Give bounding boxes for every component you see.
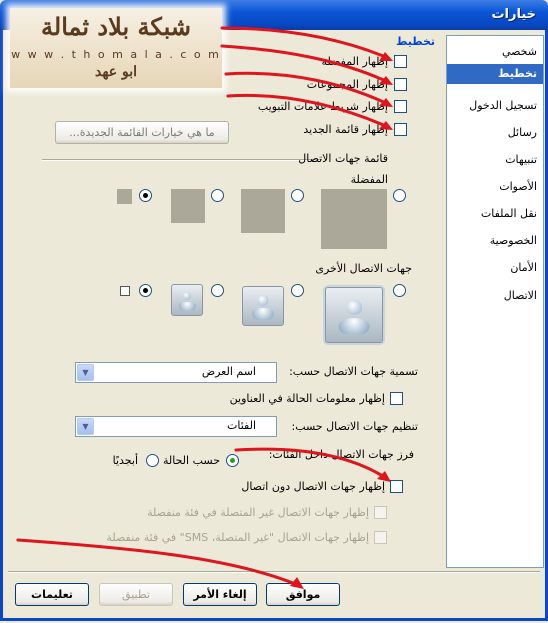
show-groups-checkbox[interactable] <box>394 78 407 91</box>
organize-label: تنظيم جهات الاتصال حسب: <box>291 420 418 433</box>
contacts-size-large-radio[interactable] <box>393 284 406 297</box>
favorites-size-small-radio[interactable] <box>211 189 224 202</box>
sort-label: فرز جهات الاتصال داخل الفئات: <box>268 448 414 461</box>
show-status-label: إظهار معلومات الحالة في العناوين <box>229 392 385 405</box>
show-tabs-checkbox[interactable] <box>394 100 407 113</box>
ok-button[interactable]: موافق <box>266 583 340 606</box>
favorites-size-large-radio[interactable] <box>393 189 406 202</box>
sort-alpha-label: أبجديًا <box>112 454 138 467</box>
watermark-logo: شبكة بلاد ثمالة w w w . t h o m a l a . … <box>10 8 222 88</box>
naming-label: تسمية جهات الاتصال حسب: <box>289 365 418 378</box>
options-nav: شخصي تخطيط تسجيل الدخول رسائل تنبيهات ال… <box>446 35 544 568</box>
contacts-size-large-avatar-icon <box>325 287 383 343</box>
contact-list-heading: قائمة جهات الاتصال <box>298 152 388 165</box>
favorites-size-medium-preview <box>241 189 285 233</box>
help-button[interactable]: تعليمات <box>15 583 89 606</box>
window-title: خيارات <box>491 7 536 22</box>
nav-item-layout[interactable]: تخطيط <box>447 64 543 84</box>
show-favorites-checkbox[interactable] <box>394 55 407 68</box>
show-whats-new-label: إظهار قائمة الجديد <box>303 123 388 136</box>
logo-line-2: w w w . t h o m a l a . c o m <box>11 48 221 61</box>
offline-separate-checkbox[interactable] <box>374 506 387 519</box>
contacts-size-medium-avatar-icon <box>242 286 284 326</box>
sms-separate-label: إظهار جهات الاتصال "غير المتصلة، SMS" في… <box>106 531 369 544</box>
nav-item-alerts[interactable]: تنبيهات <box>505 153 537 166</box>
show-groups-label: إظهار المجموعات <box>306 78 388 91</box>
contact-list-separator <box>42 159 322 161</box>
favorites-size-label: المفضلة <box>350 173 388 186</box>
show-offline-label: إظهار جهات الاتصال دون اتصال <box>241 480 385 493</box>
favorites-size-small-preview <box>171 189 205 223</box>
show-status-checkbox[interactable] <box>390 392 403 405</box>
contacts-size-small-avatar-icon <box>171 284 203 316</box>
section-title: تخطيط <box>395 35 435 48</box>
nav-item-signin[interactable]: تسجيل الدخول <box>469 99 537 112</box>
contacts-size-tiny-preview <box>120 286 130 296</box>
nav-item-messages[interactable]: رسائل <box>508 126 537 139</box>
apply-button[interactable]: تطبيق <box>99 583 173 606</box>
organize-select[interactable]: الفئات ▼ <box>75 416 277 437</box>
nav-item-file-transfer[interactable]: نقل الملفات <box>481 207 537 220</box>
other-contacts-size-label: جهات الاتصال الأخرى <box>315 262 412 275</box>
show-offline-checkbox[interactable] <box>390 480 403 493</box>
logo-line-3: ابو عهد <box>94 64 138 80</box>
favorites-size-large-preview <box>321 189 387 249</box>
naming-select[interactable]: اسم العرض ▼ <box>75 362 277 383</box>
organize-select-value: الفئات <box>227 419 256 432</box>
chevron-down-icon: ▼ <box>77 418 94 435</box>
offline-separate-label: إظهار جهات الاتصال غير المتصلة في فئة من… <box>147 506 369 519</box>
nav-item-connection[interactable]: الاتصال <box>504 289 537 302</box>
whats-new-options-button[interactable]: ما هي خيارات القائمة الجديدة... <box>55 121 229 144</box>
favorites-size-tiny-radio[interactable] <box>139 189 152 202</box>
nav-item-sounds[interactable]: الأصوات <box>499 180 537 193</box>
nav-item-personal[interactable]: شخصي <box>502 45 537 58</box>
contacts-size-small-radio[interactable] <box>211 284 224 297</box>
show-tabs-label: إظهار شريط علامات التبويب <box>257 100 388 113</box>
show-favorites-label: إظهار المفضلة <box>321 55 388 68</box>
footer-separator <box>8 571 540 573</box>
nav-item-security[interactable]: الأمان <box>510 261 537 274</box>
favorites-size-medium-radio[interactable] <box>291 189 304 202</box>
contacts-size-tiny-radio[interactable] <box>139 284 152 297</box>
logo-line-1: شبكة بلاد ثمالة <box>41 12 191 41</box>
contacts-size-medium-radio[interactable] <box>291 284 304 297</box>
cancel-button[interactable]: إلغاء الأمر <box>183 583 257 606</box>
nav-item-privacy[interactable]: الخصوصية <box>490 234 537 247</box>
sort-alpha-radio[interactable] <box>146 454 159 467</box>
favorites-size-tiny-preview <box>117 189 132 204</box>
sort-by-status-label: حسب الحالة <box>162 454 220 467</box>
chevron-down-icon: ▼ <box>77 364 94 381</box>
sort-by-status-radio[interactable] <box>226 454 239 467</box>
naming-select-value: اسم العرض <box>201 365 256 378</box>
show-whats-new-checkbox[interactable] <box>394 123 407 136</box>
sms-separate-checkbox[interactable] <box>374 531 387 544</box>
